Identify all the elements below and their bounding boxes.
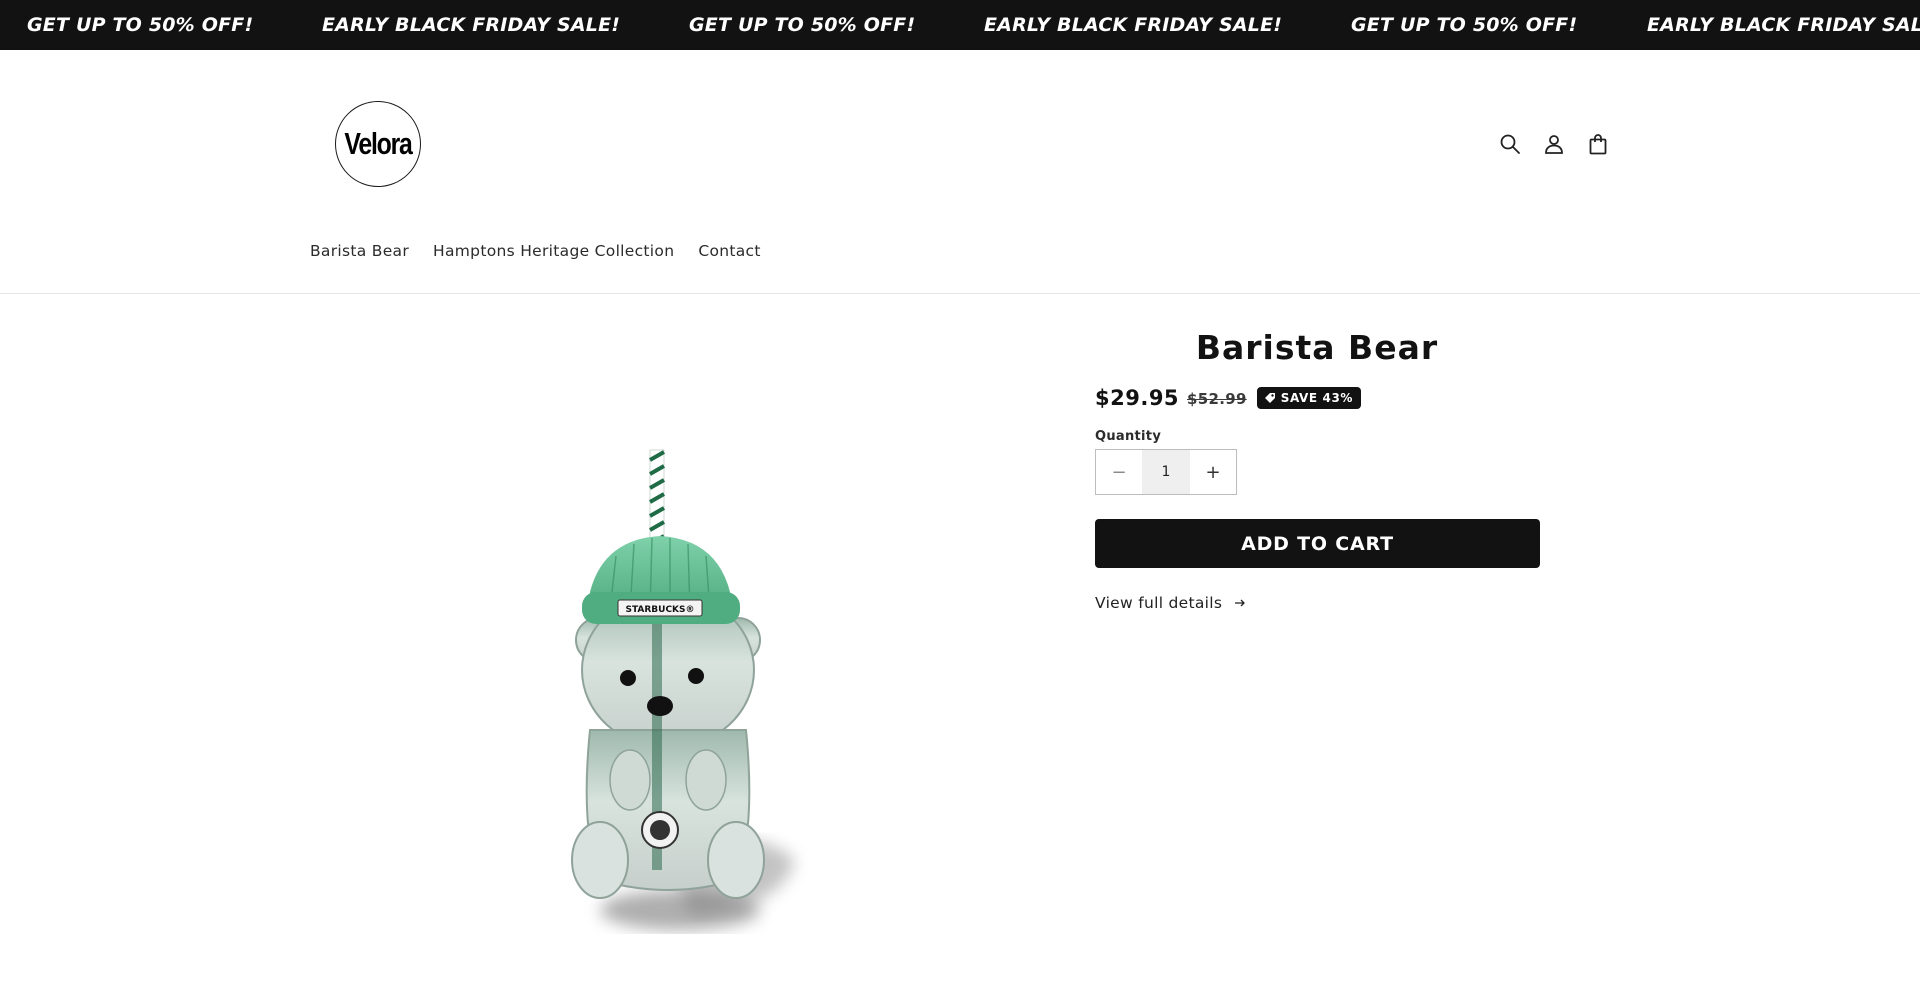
lid-label: STARBUCKS® [625, 605, 694, 615]
nav-item-barista-bear[interactable]: Barista Bear [310, 242, 409, 260]
product-image[interactable]: STARBUCKS® [520, 430, 820, 950]
search-icon[interactable] [1497, 131, 1523, 157]
nav-item-contact[interactable]: Contact [698, 242, 760, 260]
add-to-cart-button[interactable]: ADD TO CART [1095, 519, 1540, 568]
tag-icon [1264, 393, 1275, 403]
announcement-item: GET UP TO 50% OFF! [27, 14, 254, 36]
view-full-details-label: View full details [1095, 594, 1223, 612]
header-icons [1497, 131, 1611, 157]
logo[interactable]: Velora [335, 101, 421, 187]
announcement-bar: GET UP TO 50% OFF! EARLY BLACK FRIDAY SA… [0, 0, 1920, 50]
announcement-item: EARLY BLACK FRIDAY SALE! [984, 14, 1283, 36]
quantity-decrease-button[interactable]: − [1096, 450, 1142, 494]
lid: STARBUCKS® [582, 536, 740, 624]
price-row: $29.95 $52.99 SAVE 43% [1095, 386, 1362, 410]
logo-text: Velora [344, 126, 412, 161]
compare-price: $52.99 [1187, 390, 1247, 408]
save-badge-label: SAVE 43% [1280, 391, 1354, 405]
account-icon[interactable] [1541, 131, 1567, 157]
quantity-stepper: − 1 + [1095, 449, 1237, 495]
announcement-item: EARLY BLACK FRIDAY SALE! [1647, 14, 1920, 36]
sale-price: $29.95 [1095, 386, 1180, 410]
save-badge: SAVE 43% [1256, 387, 1362, 409]
cart-icon[interactable] [1585, 131, 1611, 157]
announcement-item: EARLY BLACK FRIDAY SALE! [322, 14, 621, 36]
announcement-item: GET UP TO 50% OFF! [1351, 14, 1578, 36]
nav-item-hamptons-heritage[interactable]: Hamptons Heritage Collection [433, 242, 674, 260]
view-full-details-link[interactable]: View full details [1095, 594, 1246, 612]
quantity-increase-button[interactable]: + [1190, 450, 1236, 494]
quantity-label: Quantity [1095, 429, 1162, 444]
main-nav: Barista Bear Hamptons Heritage Collectio… [310, 242, 761, 260]
announcement-item: GET UP TO 50% OFF! [689, 14, 916, 36]
quantity-input[interactable]: 1 [1142, 450, 1190, 494]
arrow-right-icon [1235, 599, 1246, 607]
product-title: Barista Bear [1195, 328, 1439, 367]
site-header: Velora Barista Bear Hamptons Heritage Co… [0, 50, 1920, 294]
bear-body [571, 580, 765, 899]
